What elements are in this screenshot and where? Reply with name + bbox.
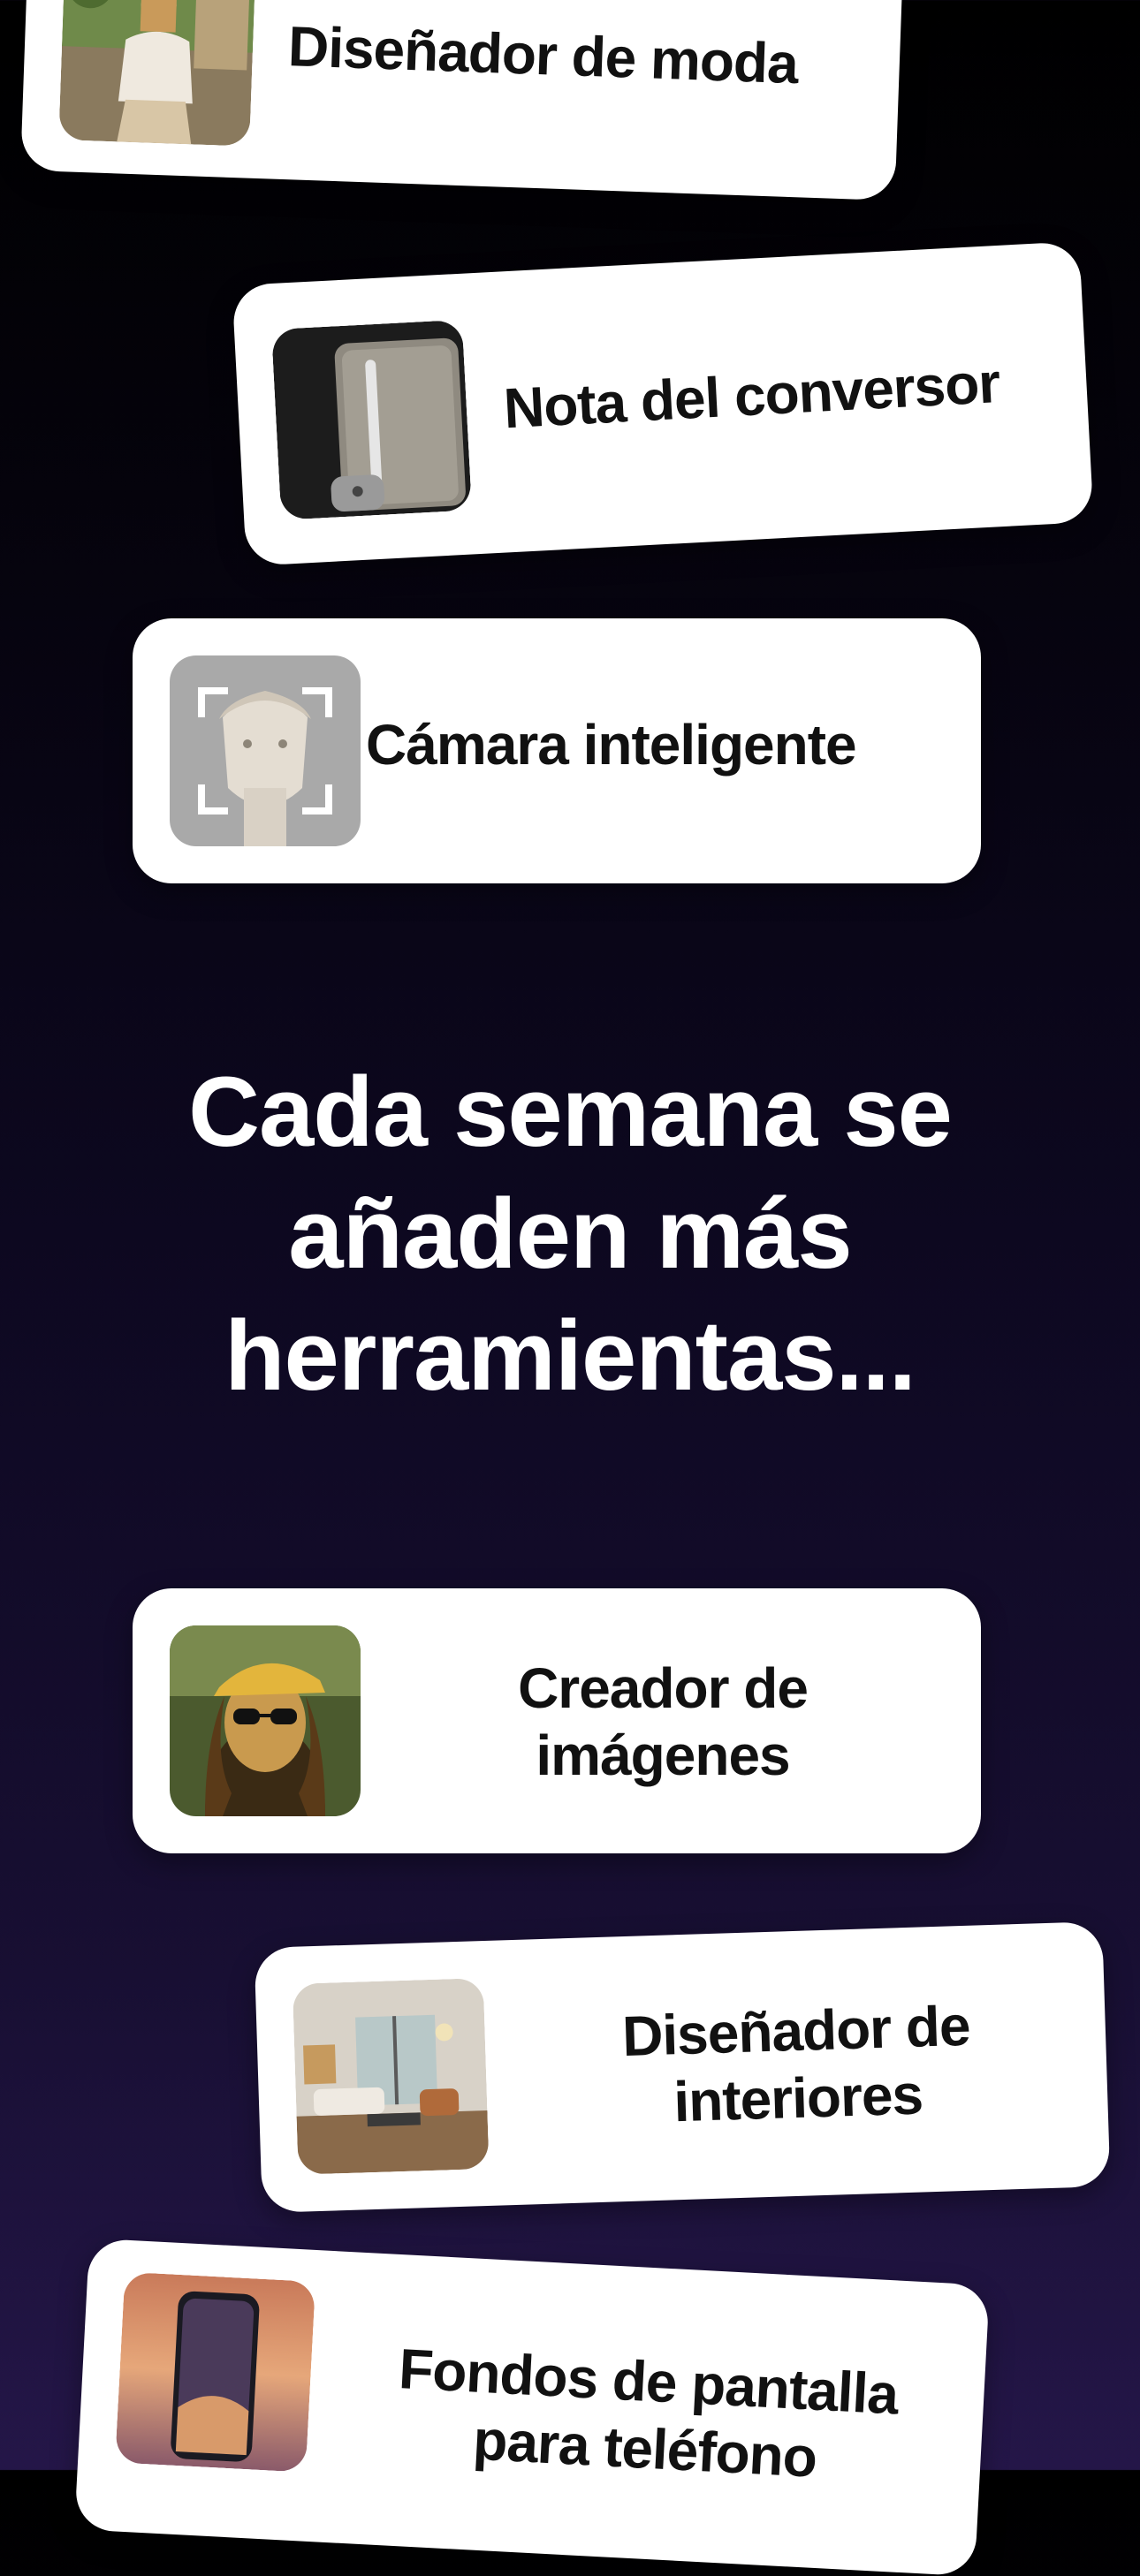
tool-card-smart-camera[interactable]: Cámara inteligente (133, 618, 981, 883)
notebook-pen-icon (271, 319, 473, 520)
mona-lisa-sunglasses-icon (170, 1625, 361, 1816)
headline-line-2: añaden más (288, 1178, 852, 1289)
tool-label-line-1: Creador de (518, 1656, 809, 1720)
headline: Cada semana se añaden más herramientas..… (0, 1051, 1140, 1417)
tool-label: Cámara inteligente (366, 713, 857, 777)
tool-card-image-creator[interactable]: Creador de imágenes (133, 1588, 981, 1853)
tool-label-line-2: imágenes (536, 1723, 790, 1787)
tool-card-fashion-designer[interactable]: Diseñador de moda (20, 0, 904, 201)
tool-card-phone-wallpapers[interactable]: Fondos de pantalla para teléfono (74, 2238, 990, 2576)
headline-line-3: herramientas... (224, 1300, 916, 1411)
living-room-icon (292, 1978, 490, 2175)
fashion-photo-icon (58, 0, 256, 147)
tool-label: Creador de imágenes (380, 1655, 946, 1789)
phone-wallpaper-icon (115, 2271, 316, 2473)
tool-card-converter-note[interactable]: Nota del conversor (232, 241, 1094, 566)
tool-label: Diseñador de moda (286, 14, 799, 96)
tool-label: Nota del conversor (502, 351, 1001, 441)
statue-scan-icon (170, 655, 361, 846)
headline-line-1: Cada semana se (188, 1057, 953, 1167)
tool-label: Diseñador de interiores (521, 1989, 1073, 2140)
tool-label: Fondos de pantalla para teléfono (334, 2333, 959, 2498)
tool-card-interior-designer[interactable]: Diseñador de interiores (254, 1921, 1111, 2214)
